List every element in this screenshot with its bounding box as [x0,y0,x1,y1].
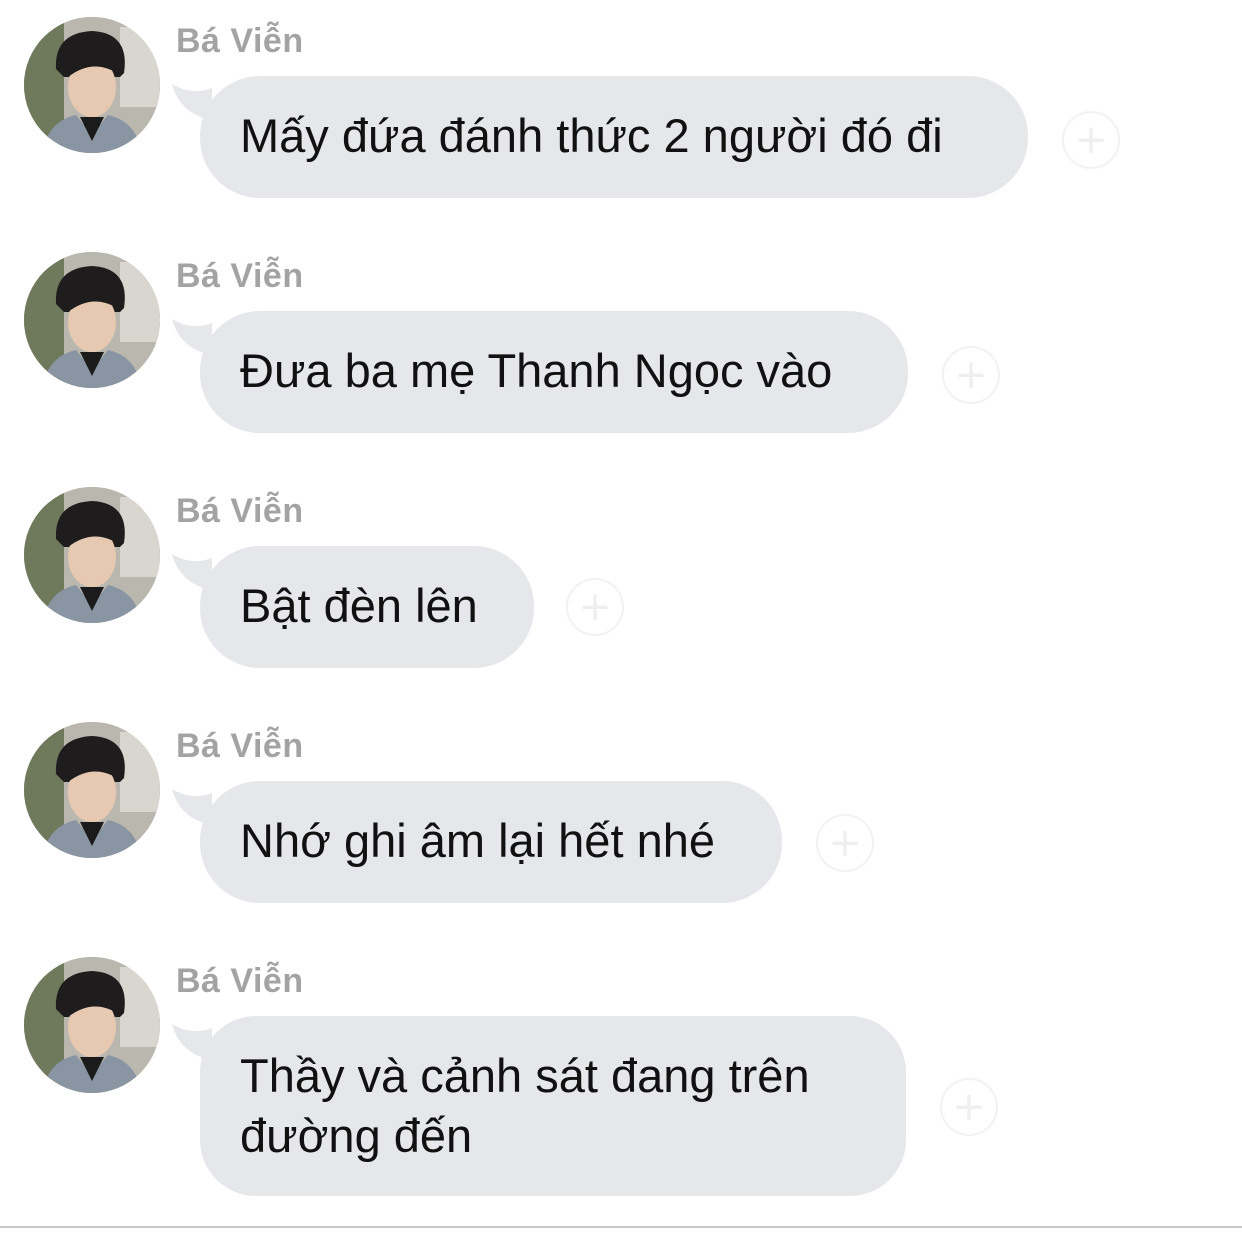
sender-name: Bá Viễn [176,257,304,295]
add-reaction-icon: + [1074,117,1108,163]
sender-name: Bá Viễn [176,962,304,1000]
add-reaction-button[interactable]: + [940,1078,998,1136]
avatar-photo [24,487,160,623]
add-reaction-button[interactable]: + [1062,111,1120,169]
add-reaction-button[interactable]: + [566,578,624,636]
add-reaction-button[interactable]: + [942,346,1000,404]
avatar-photo [24,252,160,388]
avatar-photo [24,957,160,1093]
avatar-photo [24,722,160,858]
message-bubble[interactable]: Bật đèn lên [200,546,534,668]
bottom-divider [0,1226,1242,1228]
avatar-photo [24,17,160,153]
sender-name: Bá Viễn [176,22,304,60]
message-bubble[interactable]: Nhớ ghi âm lại hết nhé [200,781,782,903]
message-bubble[interactable]: Mấy đứa đánh thức 2 người đó đi [200,76,1028,198]
message-thread: Bá Viễn Mấy đứa đánh thức 2 người đó đi … [0,0,1242,1240]
sender-avatar[interactable] [24,957,160,1093]
add-reaction-icon: + [578,584,612,630]
sender-avatar[interactable] [24,487,160,623]
message-bubble[interactable]: Thầy và cảnh sát đang trên đường đến [200,1016,906,1196]
sender-avatar[interactable] [24,17,160,153]
add-reaction-icon: + [952,1084,986,1130]
message-bubble[interactable]: Đưa ba mẹ Thanh Ngọc vào [200,311,908,433]
add-reaction-icon: + [828,820,862,866]
sender-avatar[interactable] [24,252,160,388]
add-reaction-button[interactable]: + [816,814,874,872]
sender-name: Bá Viễn [176,492,304,530]
add-reaction-icon: + [954,352,988,398]
sender-avatar[interactable] [24,722,160,858]
sender-name: Bá Viễn [176,727,304,765]
